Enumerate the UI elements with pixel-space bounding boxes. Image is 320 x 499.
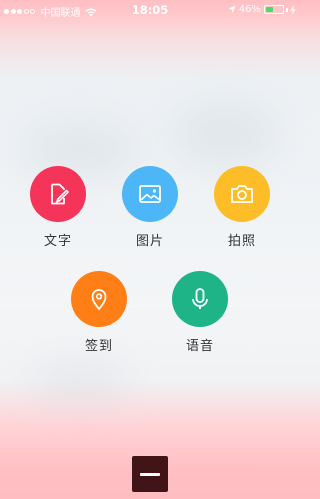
action-image-button[interactable]: 图片 (110, 166, 190, 249)
action-checkin-button[interactable]: 签到 (59, 271, 139, 354)
status-bar: 中国联通 18:05 46% (0, 0, 300, 20)
battery-level (266, 7, 273, 12)
action-voice-circle[interactable] (172, 271, 228, 327)
microphone-icon (192, 288, 208, 309)
background-blur (30, 360, 130, 400)
action-voice-button[interactable]: 语音 (160, 271, 240, 354)
background-blur (170, 100, 280, 170)
action-image-label: 图片 (135, 234, 164, 249)
image-icon (139, 185, 161, 203)
action-photo-label: 拍照 (227, 234, 256, 249)
location-arrow-icon (228, 5, 236, 13)
close-menu-button[interactable] (132, 456, 168, 492)
location-pin-icon (91, 289, 107, 310)
camera-icon (231, 185, 253, 203)
action-photo-button[interactable]: 拍照 (202, 166, 282, 249)
action-voice-label: 语音 (185, 339, 214, 354)
battery-percent: 46% (238, 4, 261, 15)
edit-icon (51, 183, 69, 205)
action-image-circle[interactable] (122, 166, 178, 222)
action-checkin-circle[interactable] (71, 271, 127, 327)
action-text-circle[interactable] (30, 166, 86, 222)
action-text-button[interactable]: 文字 (18, 166, 98, 249)
action-photo-circle[interactable] (214, 166, 270, 222)
battery-cap (286, 7, 288, 12)
action-checkin-label: 签到 (84, 339, 113, 354)
charging-bolt-icon (290, 4, 296, 15)
action-text-label: 文字 (43, 234, 72, 249)
minus-icon (140, 472, 160, 476)
status-bar-right: 46% (228, 4, 296, 15)
battery-icon (264, 5, 284, 14)
